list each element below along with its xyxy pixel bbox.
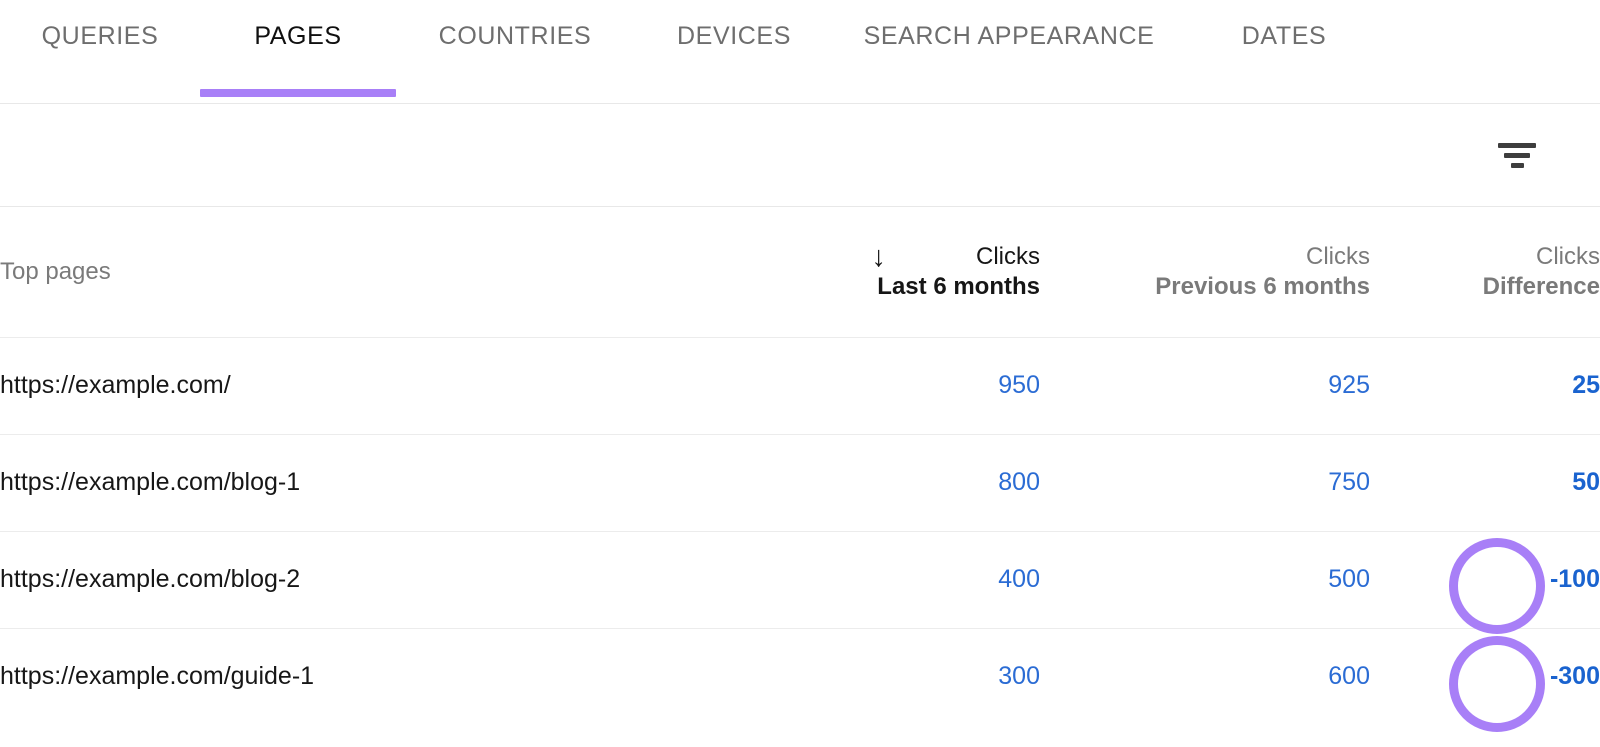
filter-icon-bar-2 [1504, 152, 1530, 158]
dimension-tab-bar: QUERIES PAGES COUNTRIES DEVICES SEARCH A… [0, 0, 1600, 104]
tab-devices-label: DEVICES [677, 22, 791, 50]
tab-active-underline [200, 89, 396, 97]
cell-clicks-last: 950 [998, 371, 1040, 399]
cell-clicks-previous: 750 [1328, 468, 1370, 496]
tab-devices[interactable]: DEVICES [634, 0, 834, 104]
column-header-top-line: ↓ Clicks [872, 242, 1041, 272]
column-header-top-pages[interactable]: Top pages [0, 207, 690, 337]
tab-dates[interactable]: DATES [1184, 0, 1384, 104]
cell-page-url[interactable]: https://example.com/blog-1 [0, 434, 690, 531]
column-header-metric-label: Clicks [976, 242, 1040, 270]
cell-clicks-previous: 925 [1328, 371, 1370, 399]
filter-icon[interactable] [1494, 135, 1540, 175]
column-header-clicks-last-6-months[interactable]: ↓ Clicks Last 6 months [690, 207, 1041, 337]
tab-pages[interactable]: PAGES [200, 0, 396, 104]
cell-clicks-difference: 25 [1572, 371, 1600, 399]
table-row[interactable]: https://example.com/ 950 925 25 [0, 337, 1600, 434]
cell-page-url[interactable]: https://example.com/ [0, 337, 690, 434]
cell-clicks-difference: 50 [1572, 468, 1600, 496]
table-body: https://example.com/ 950 925 25 https://… [0, 337, 1600, 725]
table-row[interactable]: https://example.com/blog-2 400 500 -100 [0, 531, 1600, 628]
column-header-content: Clicks Previous 6 months [1040, 242, 1370, 302]
table-header-row: Top pages ↓ Clicks Last 6 months Clicks … [0, 207, 1600, 337]
cell-clicks-last: 400 [998, 565, 1040, 593]
cell-clicks-last: 800 [998, 468, 1040, 496]
cell-page-url[interactable]: https://example.com/blog-2 [0, 531, 690, 628]
search-console-performance-page: QUERIES PAGES COUNTRIES DEVICES SEARCH A… [0, 0, 1600, 747]
sort-descending-icon[interactable]: ↓ [872, 243, 887, 272]
column-header-metric-label: Clicks [1306, 242, 1370, 270]
tab-search-appearance[interactable]: SEARCH APPEARANCE [834, 0, 1184, 104]
column-header-period-label: Previous 6 months [1155, 272, 1370, 300]
cell-clicks-difference: -100 [1549, 565, 1600, 593]
table-toolbar [0, 104, 1600, 207]
cell-page-url[interactable]: https://example.com/guide-1 [0, 628, 690, 725]
tab-dates-label: DATES [1241, 22, 1327, 50]
filter-icon-bar-3 [1510, 162, 1524, 168]
column-header-content: Clicks Difference [1370, 242, 1600, 302]
cell-clicks-previous: 500 [1328, 565, 1370, 593]
table-row[interactable]: https://example.com/guide-1 300 600 -300 [0, 628, 1600, 725]
column-header-content: ↓ Clicks Last 6 months [690, 242, 1041, 302]
table-header: Top pages ↓ Clicks Last 6 months Clicks … [0, 207, 1600, 337]
column-header-metric-label: Clicks [1536, 242, 1600, 270]
column-header-top-pages-label: Top pages [0, 257, 111, 285]
top-pages-table: Top pages ↓ Clicks Last 6 months Clicks … [0, 207, 1600, 725]
table-row[interactable]: https://example.com/blog-1 800 750 50 [0, 434, 1600, 531]
cell-clicks-difference: -300 [1549, 662, 1600, 691]
tab-queries[interactable]: QUERIES [0, 0, 200, 104]
tab-countries[interactable]: COUNTRIES [396, 0, 634, 104]
column-header-clicks-previous-6-months[interactable]: Clicks Previous 6 months [1040, 207, 1370, 337]
column-header-clicks-difference[interactable]: Clicks Difference [1370, 207, 1600, 337]
cell-clicks-previous: 600 [1328, 662, 1370, 691]
tab-search-appearance-label: SEARCH APPEARANCE [863, 22, 1155, 50]
cell-clicks-last: 300 [998, 662, 1040, 691]
filter-icon-bar-1 [1498, 142, 1536, 148]
tab-queries-label: QUERIES [41, 22, 159, 50]
column-header-period-label: Last 6 months [877, 272, 1040, 300]
tab-countries-label: COUNTRIES [438, 22, 592, 50]
column-header-period-label: Difference [1482, 272, 1600, 300]
